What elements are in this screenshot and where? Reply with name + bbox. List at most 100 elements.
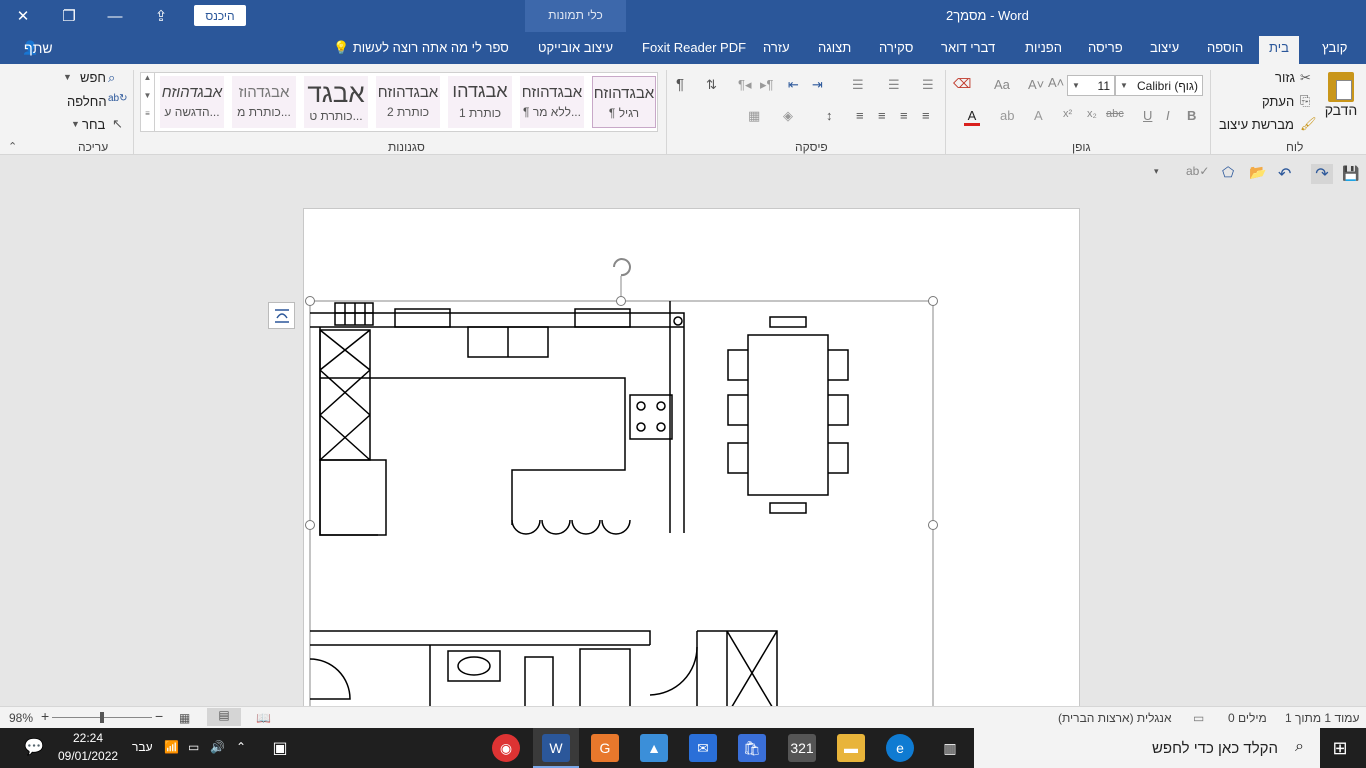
copy-button[interactable]: העתק [1262, 94, 1294, 109]
font-size-dropdown-icon[interactable]: ▼ [1072, 81, 1080, 90]
web-layout-icon[interactable]: ▦ [179, 711, 190, 725]
tray-chevron-icon[interactable]: ⌃ [236, 740, 246, 754]
tab-mailings[interactable]: דברי דואר [941, 40, 995, 55]
zoom-out-icon[interactable]: − [155, 708, 163, 724]
style-heading1[interactable]: אבגדהו כותרת 1 [448, 76, 512, 128]
change-case-icon[interactable]: Aa [994, 77, 1010, 92]
shrink-font-icon[interactable]: A˅ [1028, 77, 1044, 92]
tab-layout[interactable]: פריסה [1088, 40, 1123, 55]
align-left-icon[interactable]: ≡ [922, 108, 930, 123]
style-no-spacing[interactable]: אבגדהוזח ¶ ללא מר... [520, 76, 584, 128]
rotate-handle-icon[interactable] [613, 258, 631, 277]
tab-view[interactable]: תצוגה [818, 40, 851, 55]
select-dropdown-icon[interactable]: ▼ [71, 119, 80, 129]
justify-icon[interactable]: ≡ [856, 108, 864, 123]
style-title[interactable]: אבגד כותרת ט... [304, 76, 368, 128]
restore-icon[interactable]: ❐ [46, 0, 92, 32]
borders-icon[interactable]: ▦ [748, 108, 760, 124]
minimize-icon[interactable]: — [92, 0, 138, 32]
ribbon-display-icon[interactable]: ⇪ [138, 0, 184, 32]
replace-button[interactable]: החלפה [67, 94, 107, 109]
shading-icon[interactable]: ◈ [783, 108, 793, 124]
align-center-icon[interactable]: ≡ [900, 108, 908, 123]
layout-options-icon[interactable] [268, 302, 295, 329]
show-marks-icon[interactable]: ¶ [676, 76, 684, 93]
edge-icon[interactable]: e [886, 734, 914, 762]
ltr-icon[interactable]: ¶◂ [738, 77, 752, 93]
open-folder-icon[interactable]: 📂 [1249, 164, 1266, 181]
task-view-icon[interactable]: ▥ [936, 734, 964, 762]
font-name-dropdown-icon[interactable]: ▼ [1120, 81, 1128, 90]
underline-icon[interactable]: U [1143, 108, 1152, 123]
tab-references[interactable]: הפניות [1025, 40, 1062, 55]
collapse-ribbon-icon[interactable]: ⌃ [8, 140, 17, 153]
spelling-icon[interactable]: ab✓ [1186, 164, 1209, 178]
read-mode-icon[interactable]: 📖 [256, 711, 271, 725]
text-effects-icon[interactable]: A [1034, 108, 1043, 123]
file-explorer-icon[interactable]: ▬ [837, 734, 865, 762]
sort-icon[interactable]: ⇅ [706, 77, 717, 93]
decrease-indent-icon[interactable]: ⇥ [812, 77, 823, 93]
italic-icon[interactable]: I [1166, 108, 1170, 123]
language-status[interactable]: אנגלית (ארצות הברית) [1058, 711, 1171, 725]
superscript-icon[interactable]: x² [1063, 108, 1072, 120]
tellme-box[interactable]: 💡 ספר לי מה אתה רוצה לעשות [333, 40, 509, 56]
tab-help[interactable]: עזרה [763, 40, 790, 55]
clock-date[interactable]: 09/01/2022 [58, 749, 118, 763]
floor-plan-image[interactable] [300, 255, 950, 706]
page-count[interactable]: עמוד 1 מתוך 1 [1285, 711, 1359, 725]
align-right-icon[interactable]: ≡ [878, 108, 886, 123]
highlight-icon[interactable]: ab [1000, 108, 1014, 123]
foxit-pdf-icon[interactable]: G [591, 734, 619, 762]
tab-home[interactable]: בית [1259, 36, 1299, 64]
rtl-icon[interactable]: ▸¶ [760, 77, 774, 93]
gallery-scroll[interactable]: ▲ ▼ ≡ [141, 73, 155, 131]
input-language[interactable]: עבר [132, 740, 153, 754]
zoom-in-icon[interactable]: + [41, 708, 49, 724]
zoom-level[interactable]: 98% [9, 711, 33, 725]
mail-icon[interactable]: ✉ [689, 734, 717, 762]
action-center-icon[interactable]: ▣ [266, 734, 294, 762]
style-emphasis[interactable]: אבגדהוזח הדגשה ע... [160, 76, 224, 128]
font-size-box[interactable]: ▼ 11 [1067, 75, 1115, 96]
find-button[interactable]: חפש [80, 70, 106, 85]
format-painter-button[interactable]: מברשת עיצוב [1219, 117, 1294, 132]
tab-foxit[interactable]: Foxit Reader PDF [642, 40, 746, 55]
volume-icon[interactable]: 🔊 [210, 740, 225, 754]
find-dropdown-icon[interactable]: ▼ [63, 72, 72, 82]
bullets-icon[interactable]: ☰ [922, 77, 934, 93]
grow-font-icon[interactable]: A˄ [1048, 75, 1064, 90]
save-icon[interactable]: 💾 [1342, 165, 1359, 182]
strikethrough-icon[interactable]: abc [1106, 108, 1124, 120]
start-windows-icon[interactable]: ⊞ [1326, 734, 1354, 762]
paste-button[interactable]: הדבק [1322, 70, 1360, 134]
style-subtitle[interactable]: אבגדהוז כותרת מ... [232, 76, 296, 128]
numbering-icon[interactable]: ☰ [888, 77, 900, 93]
zoom-slider[interactable] [52, 712, 152, 723]
print-layout-icon[interactable]: ▤ [207, 708, 241, 726]
notifications-icon[interactable]: 💬 [24, 737, 44, 757]
chrome-icon[interactable]: ◉ [492, 734, 520, 762]
tab-review[interactable]: סקירה [879, 40, 913, 55]
taskbar-search[interactable]: ⌕ הקלד כאן כדי לחפש [974, 728, 1320, 768]
undo-icon[interactable]: ↶ [1278, 164, 1291, 184]
network-icon[interactable]: 📶 [164, 740, 179, 754]
tab-shape-format[interactable]: עיצוב אובייקט [538, 40, 613, 55]
subscript-icon[interactable]: x₂ [1087, 108, 1097, 120]
shapes-icon[interactable]: ⬠ [1222, 164, 1234, 181]
share-button[interactable]: שתף [24, 40, 53, 56]
redo-icon[interactable]: ↷ [1311, 164, 1333, 184]
clock-time[interactable]: 22:24 [58, 731, 118, 745]
clear-formatting-icon[interactable]: ⌫ [953, 76, 971, 92]
line-spacing-icon[interactable]: ↕ [826, 108, 833, 123]
multilevel-list-icon[interactable]: ☰ [852, 77, 864, 93]
cut-button[interactable]: גזור [1275, 70, 1295, 85]
close-icon[interactable]: ✕ [0, 0, 46, 32]
font-name-box[interactable]: ▼ Calibri (גוף) [1115, 75, 1203, 96]
store-icon[interactable]: 🛍 [738, 734, 766, 762]
word-taskbar-button[interactable]: W [533, 728, 579, 768]
proofing-icon[interactable]: ▭ [1193, 711, 1204, 725]
photos-icon[interactable]: ▲ [640, 734, 668, 762]
zoom-slider-thumb[interactable] [100, 712, 104, 723]
tab-file[interactable]: קובץ [1322, 40, 1347, 55]
